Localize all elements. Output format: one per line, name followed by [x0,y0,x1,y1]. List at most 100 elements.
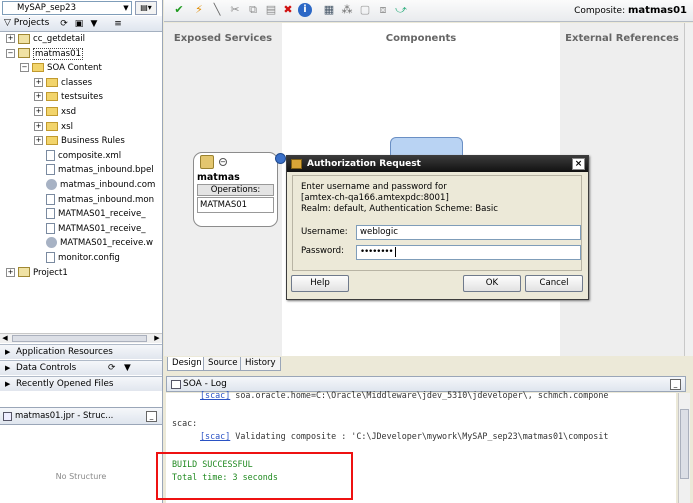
expand-icon[interactable]: + [34,92,43,102]
tree-item-label: matmas_inbound.bpel [58,165,154,176]
paste-icon[interactable]: ▤ [264,3,278,17]
layout-icon[interactable]: ▦ [322,3,336,17]
external-references-title: External References [565,33,679,44]
password-field[interactable]: •••••••• [356,245,581,260]
expand-icon[interactable]: + [6,34,15,43]
refresh-icon[interactable]: ⟳ [108,361,115,375]
collapse-icon[interactable]: − [6,48,15,58]
expand-icon: ▶ [5,380,11,388]
scroll-right-icon[interactable]: ▶ [152,334,162,343]
canvas-vertical-scrollbar[interactable] [684,23,693,356]
expand-icon[interactable]: + [34,77,43,87]
help-button[interactable]: Help [291,275,349,292]
tree-item-label: xsd [61,107,77,117]
cancel-button[interactable]: Cancel [525,275,583,292]
tree-item-label: composite.xml [58,150,122,161]
scroll-thumb[interactable] [680,409,689,479]
tree-item[interactable]: + Business Rules [34,135,125,148]
file-icon [46,149,55,161]
application-name: MySAP_sep23 [17,3,76,13]
collapse-icon[interactable]: − [20,63,29,73]
operations-label: Operations: [197,184,274,196]
tree-item[interactable]: + classes [34,77,92,90]
minimize-icon[interactable]: _ [670,379,681,390]
application-menu-button[interactable]: ▤▾ [135,1,157,15]
tree-item[interactable]: MATMAS01_receive_ [46,222,146,236]
log-vertical-scrollbar[interactable] [678,393,690,503]
expand-icon[interactable]: + [34,136,43,146]
template-icon[interactable]: ▢ [358,3,372,17]
filter-icon[interactable]: ▼ [88,18,100,30]
expand-icon[interactable]: + [34,121,43,131]
minimize-icon[interactable]: _ [146,411,157,422]
tree-item[interactable]: MATMAS01_receive.w [46,237,153,250]
tree-item[interactable]: matmas_inbound.com [46,179,155,192]
project-properties-icon[interactable]: ▣ [73,18,85,30]
structure-header[interactable]: matmas01.jpr - Struc... _ [0,407,162,425]
project-icon [18,267,30,278]
tree-item[interactable]: + Project1 [6,267,68,280]
projects-header[interactable]: ▽ Projects ⟳ ▣ ▼ ≡ [0,16,162,32]
expand-icon[interactable]: + [34,107,43,116]
copy-icon[interactable]: ⧉ [246,3,260,17]
username-field[interactable]: weblogic [356,225,581,240]
chevron-down-icon[interactable]: ▼ [121,2,131,14]
username-label: Username: [301,227,348,237]
lightning-icon[interactable]: ⚡ [192,3,206,17]
tree-item[interactable]: + cc_getdetail [6,33,85,46]
operation-value[interactable]: MATMAS01 [197,197,274,213]
ok-button[interactable]: OK [463,275,521,292]
tree-item[interactable]: monitor.config [46,252,120,265]
tab-source[interactable]: Source [203,357,243,371]
validate-check-icon[interactable]: ✔ [172,3,186,17]
scroll-thumb[interactable] [12,335,147,342]
expand-icon[interactable]: + [6,267,15,277]
cut-icon[interactable]: ✂ [228,3,242,17]
tree-item-label: matmas_inbound.com [60,180,156,190]
sort-icon[interactable]: ≡ [112,18,124,30]
tab-history[interactable]: History [240,357,281,371]
dialog-title-bar[interactable]: Authorization Request × [287,156,588,172]
tree-item[interactable]: MATMAS01_receive_ [46,208,146,221]
tree-item-label: cc_getdetail [33,34,86,44]
service-matmas[interactable]: − matmas Operations: MATMAS01 [193,152,278,227]
export-icon[interactable]: ⧈ [376,3,390,17]
tree-item[interactable]: − matmas01 [6,47,84,61]
tree-item[interactable]: matmas_inbound.mon [46,193,154,207]
authorization-dialog: Authorization Request × Enter username a… [286,155,589,300]
log-icon [171,380,181,389]
refresh-icon[interactable]: ⟳ [58,18,70,30]
close-button[interactable]: × [572,158,585,170]
tree-item[interactable]: + xsd [34,106,76,119]
tree-item[interactable]: + testsuites [34,91,103,104]
tree-item[interactable]: − SOA Content [20,62,102,75]
folder-icon [46,77,58,87]
tree-icon[interactable]: ⁂ [340,3,354,17]
delete-icon[interactable]: ✖ [281,3,295,17]
deploy-icon[interactable]: ⤻ [394,3,408,17]
collapse-icon[interactable]: − [219,158,227,166]
application-selector[interactable]: MySAP_sep23 ▼ [2,1,132,15]
password-label: Password: [301,246,345,256]
tree-item[interactable]: composite.xml [46,149,122,163]
editor-tabs: Design Source History [164,357,693,371]
tree-item[interactable]: + xsl [34,121,73,134]
tree-item-label: monitor.config [58,253,120,263]
adapter-icon [200,155,214,169]
service-connector-icon[interactable] [275,153,286,164]
accordion-recently-opened-files[interactable]: ▶ Recently Opened Files [0,376,162,391]
tree-item[interactable]: matmas_inbound.bpel [46,164,154,177]
tree-item-label: Project1 [33,267,68,278]
tab-design[interactable]: Design [167,357,207,371]
wire-icon[interactable]: ╲ [210,3,224,17]
info-icon[interactable]: i [298,3,312,17]
tree-item-label: matmas01 [33,47,84,60]
horizontal-scrollbar[interactable]: ◀ ▶ [0,333,162,343]
service-name: matmas [197,172,240,183]
log-title: SOA - Log [171,379,227,389]
accordion-application-resources[interactable]: ▶ Application Resources [0,344,162,359]
accordion-data-controls[interactable]: ▶ Data Controls ⟳ ▼ [0,360,162,375]
scroll-left-icon[interactable]: ◀ [0,334,10,343]
tree-item-label: testsuites [61,92,103,103]
filter-icon[interactable]: ▼ [124,361,131,375]
